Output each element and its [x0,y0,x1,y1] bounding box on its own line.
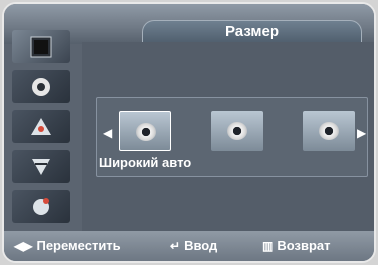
picture-icon[interactable] [12,30,70,63]
move-icon: ◀▶ [14,238,33,253]
size-options-strip: ◀ ▶ Широкий авто [96,97,368,177]
zoom-thumbnail[interactable] [303,111,355,151]
16-9-icon [227,122,247,140]
bottom-bar: ◀▶ Переместить ↵ Ввод ▥ Возврат [4,231,374,261]
16-9-thumbnail[interactable] [211,111,263,151]
wide-auto-icon [136,123,156,141]
channel-icon[interactable] [12,110,70,143]
wide-auto-thumbnail[interactable] [119,111,171,151]
return-label: Возврат [277,238,331,253]
sound-icon[interactable] [12,70,70,103]
chevron-right-icon[interactable]: ▶ [357,126,366,140]
enter-icon: ↵ [170,238,181,253]
enter-label: Ввод [184,238,218,253]
left-menu [8,30,82,235]
page-title: Размер [142,20,362,44]
setup-icon[interactable] [12,150,70,183]
move-label: Переместить [36,238,121,253]
selected-size-label: Широкий авто [99,155,192,170]
zoom-icon [319,122,339,140]
tv-osd-window: Размер ◀ ▶ Широкий авто ◀▶ Переместить ↵… [2,2,376,263]
input-icon[interactable] [12,190,70,223]
size-panel: ◀ ▶ Широкий авто [82,42,374,232]
chevron-left-icon[interactable]: ◀ [103,126,112,140]
return-icon: ▥ [262,238,274,253]
